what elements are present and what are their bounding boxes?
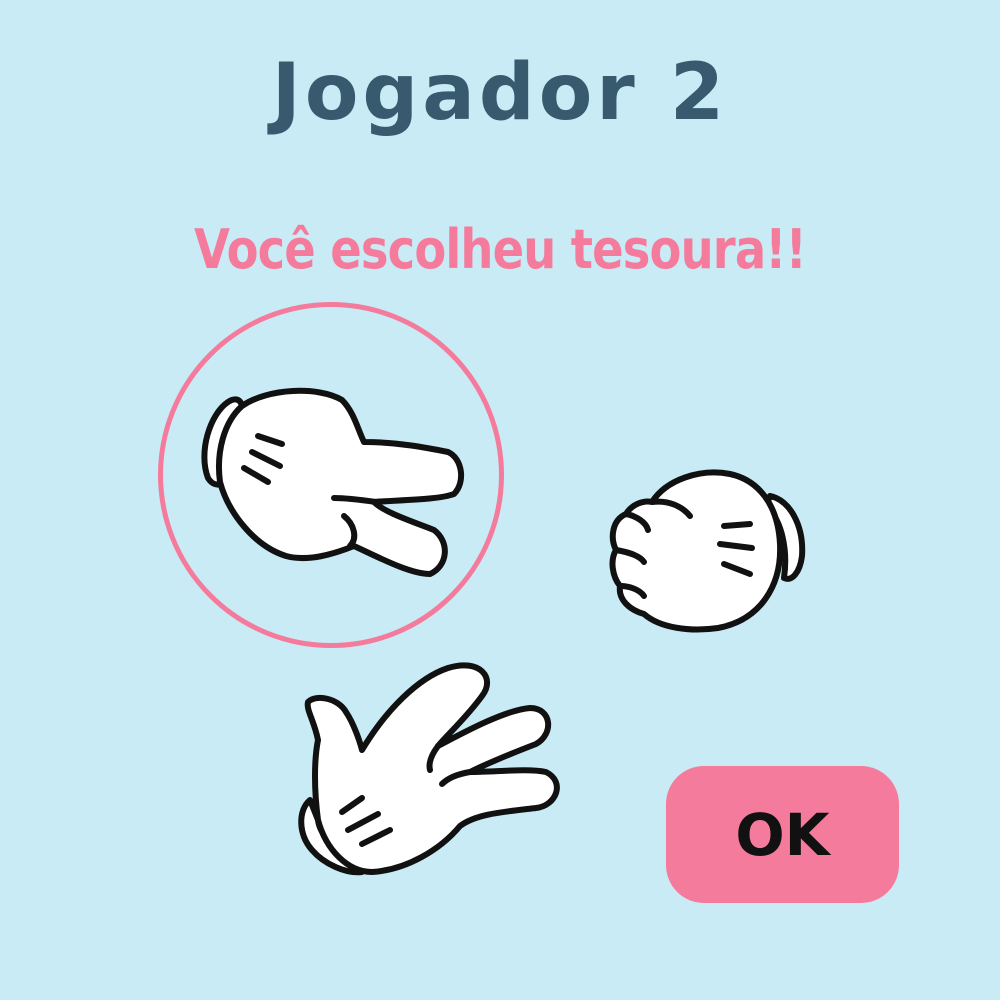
paper-open-hand-icon bbox=[298, 662, 560, 876]
choice-message: Você escolheu tesoura!! bbox=[194, 218, 807, 281]
scissors-hand-icon bbox=[201, 387, 465, 577]
player-title: Jogador 2 bbox=[271, 48, 729, 138]
rock-fist-icon bbox=[609, 469, 806, 633]
ok-button[interactable]: OK bbox=[666, 766, 899, 903]
paper-choice[interactable] bbox=[290, 650, 565, 885]
scissors-choice[interactable] bbox=[158, 302, 500, 644]
rock-choice[interactable] bbox=[600, 460, 810, 640]
game-screen: Jogador 2 Você escolheu tesoura!! OK bbox=[0, 0, 1000, 1000]
